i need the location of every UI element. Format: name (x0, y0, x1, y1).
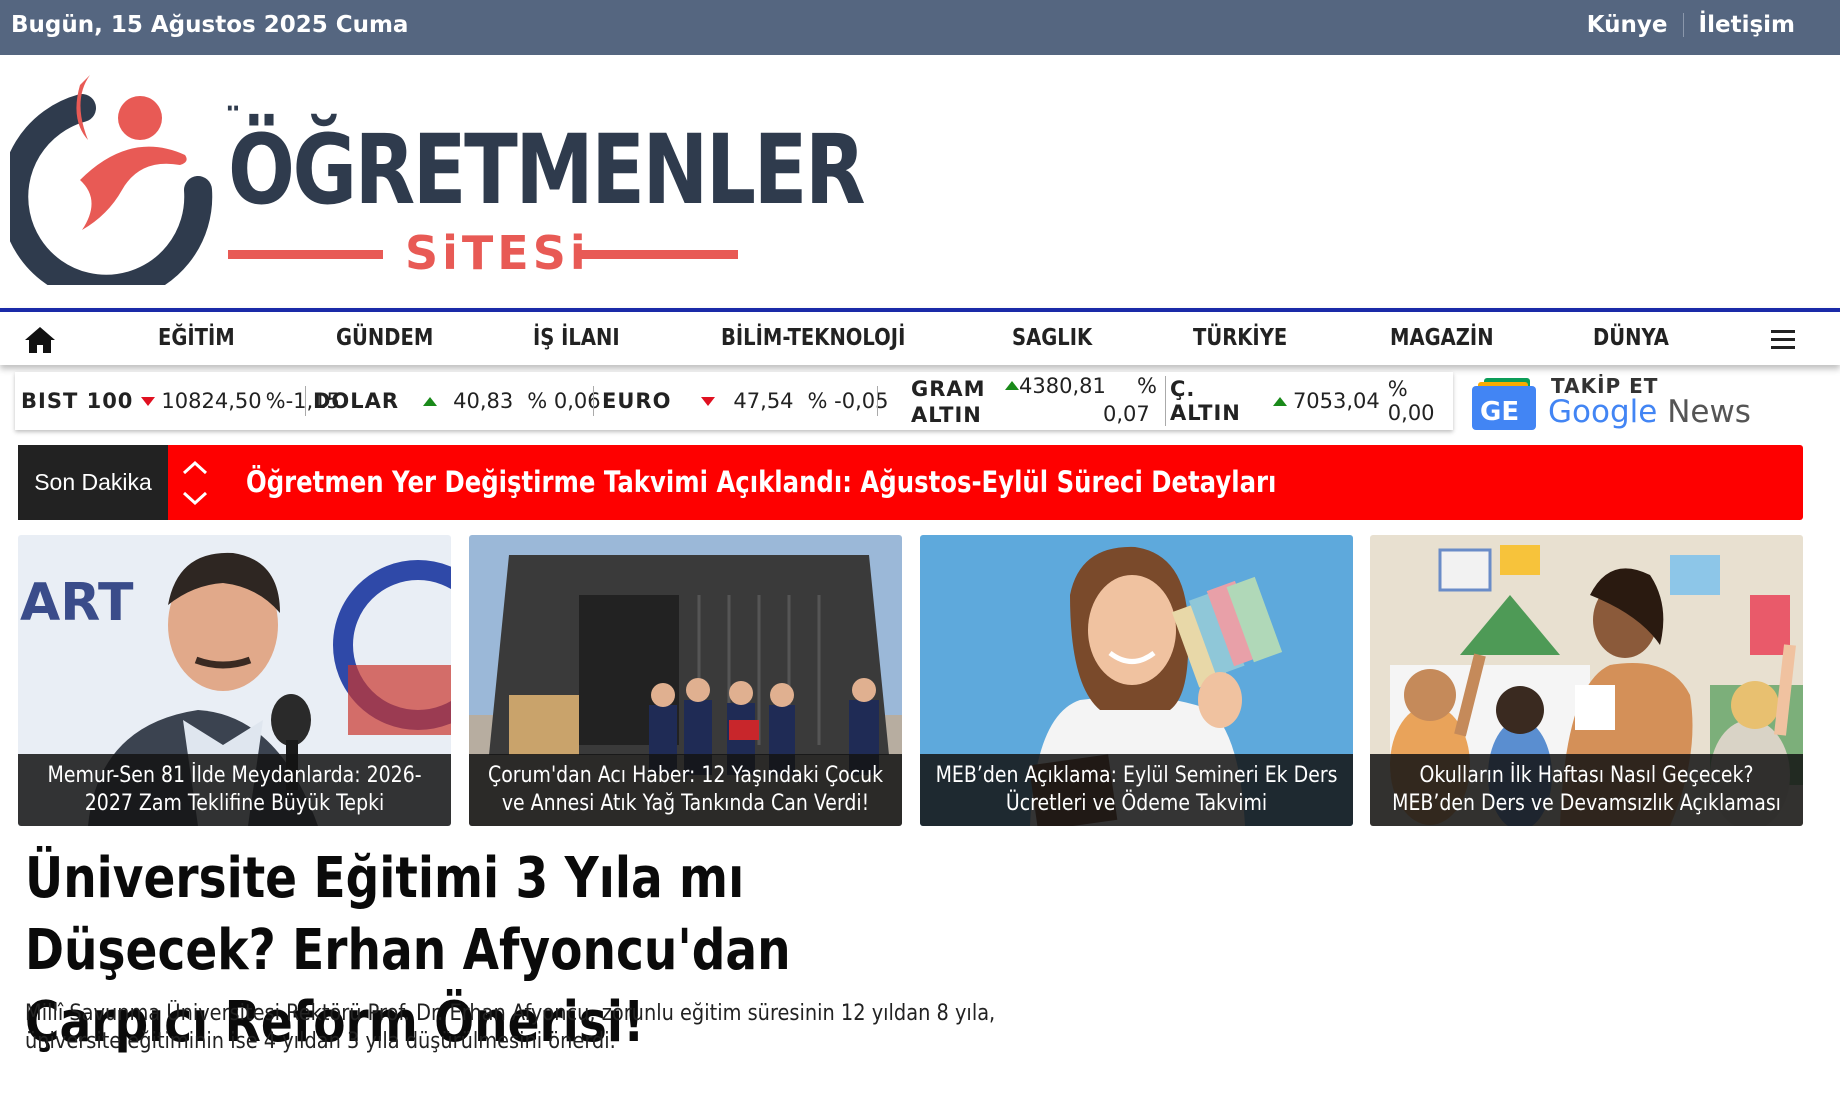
ticker-ceyrek-label: Ç. ALTIN (1170, 377, 1241, 425)
logo-subtitle: SiTESi (405, 226, 590, 280)
ticker-divider (877, 386, 878, 416)
news-card-caption: Memur-Sen 81 İlde Meydanlarda: 2026-2027… (18, 754, 451, 826)
news-card-caption: Çorum'dan Acı Haber: 12 Yaşındaki Çocuk … (469, 754, 902, 826)
svg-text:ART: ART (20, 573, 134, 633)
google-wordmark: Google (1548, 394, 1658, 430)
site-logo[interactable]: ¨ ÖĞRETMENLER SiTESi (10, 70, 866, 285)
svg-text:GE: GE (1480, 397, 1519, 427)
market-ticker: BIST 100 10824,50 %-1,15 DOLAR 40,83 % 0… (15, 372, 1453, 430)
breaking-news-tag: Son Dakika (18, 445, 168, 520)
ticker-dolar-label: DOLAR (313, 389, 400, 413)
logo-line-right (580, 250, 738, 259)
ticker-euro: EURO 47,54 % -0,05 (602, 372, 889, 430)
logo-line-left (228, 250, 383, 259)
news-card[interactable]: Okulların İlk Haftası Nasıl Geçecek? MEB… (1370, 535, 1803, 826)
ticker-gram-value: 4380,81 (1019, 374, 1106, 398)
ticker-divider (305, 386, 306, 416)
ticker-divider (593, 386, 594, 416)
news-card[interactable]: Çorum'dan Acı Haber: 12 Yaşındaki Çocuk … (469, 535, 902, 826)
ticker-dolar: DOLAR 40,83 % 0,06 (313, 372, 601, 430)
breaking-news-bar: Son Dakika Öğretmen Yer Değiştirme Takvi… (18, 445, 1803, 520)
ticker-gram-change-sign: % (1137, 374, 1157, 398)
hamburger-icon[interactable] (1771, 330, 1795, 350)
nav-item-turkiye[interactable]: TÜRKİYE (1193, 325, 1287, 351)
ticker-ceyrek-change: % 0,00 (1387, 377, 1435, 425)
nav-item-saglik[interactable]: SAGLIK (1012, 325, 1092, 351)
nav-item-magazin[interactable]: MAGAZİN (1390, 325, 1494, 351)
ticker-altin-label: ALTIN (911, 403, 982, 427)
logo-title: ĞRETMENLER (292, 114, 865, 226)
home-icon[interactable] (24, 326, 56, 354)
ticker-ceyrek-altin: Ç. ALTIN 7053,04 % 0,00 (1170, 372, 1453, 430)
ticker-euro-value: 47,54 (733, 389, 794, 413)
ticker-bist-label: BIST 100 (21, 389, 134, 413)
arrow-down-icon (701, 396, 716, 406)
news-card-caption: MEB’den Açıklama: Eylül Semineri Ek Ders… (920, 754, 1353, 826)
google-news-follow-button[interactable]: GE TAKİP ET Google News (1468, 372, 1758, 434)
ticker-ceyrek-value: 7053,04 (1292, 389, 1380, 413)
logo-mark-icon (10, 75, 213, 285)
ticker-bist: BIST 100 10824,50 %-1,15 (21, 372, 340, 430)
arrow-up-icon (423, 396, 438, 406)
ticker-divider (1165, 376, 1166, 426)
nav-item-egitim[interactable]: EĞİTİM (158, 325, 235, 351)
iletisim-link[interactable]: İletişim (1699, 12, 1795, 38)
ticker-bist-value: 10824,50 (161, 389, 262, 413)
ticker-gram-altin: GRAM ALTIN 4380,81 % 0,07 (911, 372, 1161, 430)
news-card-caption: Okulların İlk Haftası Nasıl Geçecek? MEB… (1370, 754, 1803, 826)
arrow-down-icon (141, 396, 156, 406)
ticker-dolar-change: % 0,06 (527, 389, 601, 413)
article-summary: Millî Savunma Üniversitesi Rektörü Prof.… (25, 1001, 996, 1054)
top-bar: Bugün, 15 Ağustos 2025 Cuma Künye İletiş… (0, 0, 1840, 55)
top-links-divider (1682, 13, 1684, 37)
ticker-gram-change: 0,07 (1103, 402, 1150, 426)
top-links: Künye İletişim (1587, 12, 1795, 38)
nav-item-dunya[interactable]: DÜNYA (1593, 325, 1669, 351)
nav-item-is-ilani[interactable]: İŞ İLANI (533, 325, 620, 351)
main-nav: EĞİTİM GÜNDEM İŞ İLANI BİLİM-TEKNOLOJİ S… (0, 308, 1840, 365)
headline-nav-arrows-icon[interactable] (180, 457, 210, 509)
google-news-wordmark: Google News (1548, 394, 1751, 430)
news-wordmark: News (1667, 394, 1751, 430)
current-date: Bugün, 15 Ağustos 2025 Cuma (11, 12, 409, 38)
ticker-euro-label: EURO (602, 389, 672, 413)
news-card[interactable]: MEB’den Açıklama: Eylül Semineri Ek Ders… (920, 535, 1353, 826)
arrow-up-icon (1005, 381, 1019, 390)
ticker-gram-label: GRAM (911, 377, 986, 401)
nav-item-bilim-teknoloji[interactable]: BİLİM-TEKNOLOJİ (721, 325, 905, 351)
ticker-dolar-value: 40,83 (453, 389, 514, 413)
breaking-headline-link[interactable]: Öğretmen Yer Değiştirme Takvimi Açıkland… (246, 465, 1276, 499)
news-card[interactable]: ART Memur-Sen 81 İlde Meydanlarda: 2026-… (18, 535, 451, 826)
google-news-icon: GE (1472, 378, 1536, 430)
logo-wordmark: ¨ ÖĞRETMENLER (224, 101, 866, 226)
kunye-link[interactable]: Künye (1587, 12, 1668, 38)
arrow-up-icon (1272, 396, 1287, 406)
nav-item-gundem[interactable]: GÜNDEM (336, 325, 433, 351)
